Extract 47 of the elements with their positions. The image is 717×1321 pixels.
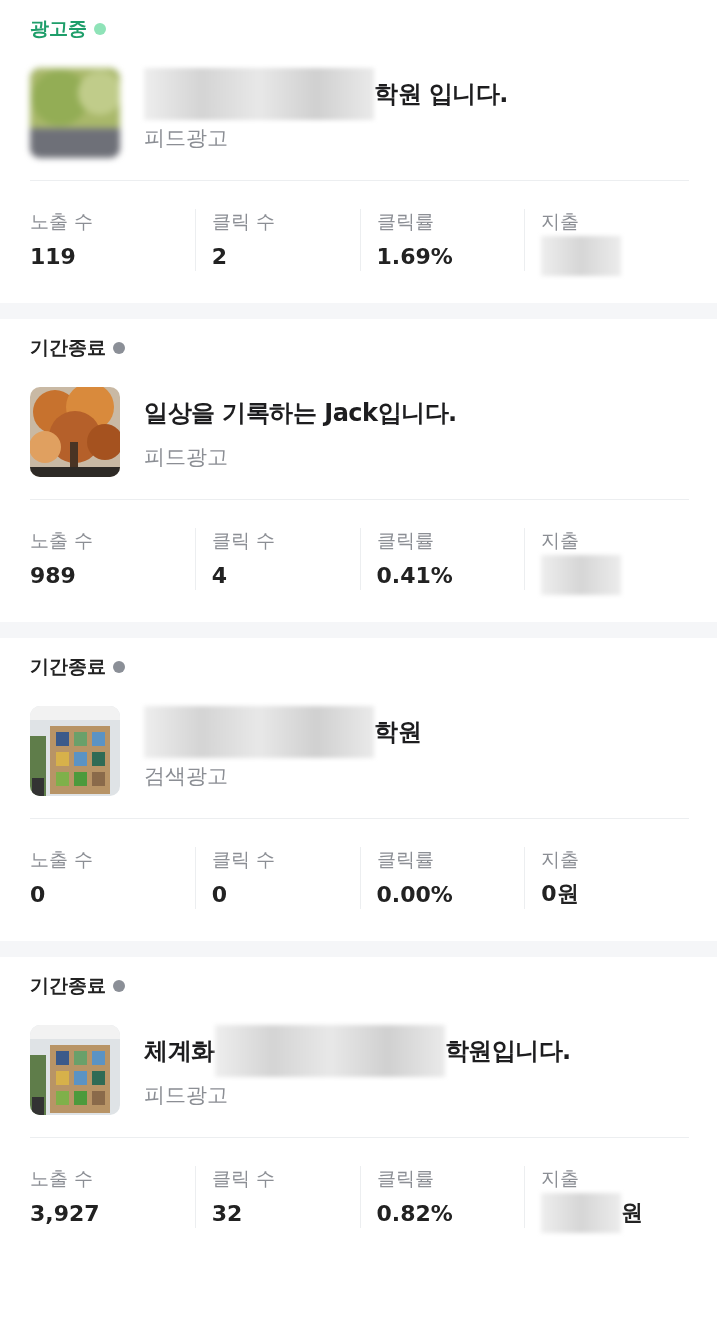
ad-type: 피드광고 — [144, 125, 229, 152]
ad-title: 일상을 기록하는 Jack입니다. — [144, 398, 457, 429]
stat-value: 0 — [211, 881, 228, 907]
status-label: 기간종료 — [30, 654, 106, 679]
ad-title: 학원 — [374, 717, 421, 748]
stat-label: 지출 — [541, 209, 581, 234]
ad-card[interactable]: 기간종료 체계화 학원입니다. 피드광고 노출 수 3,927 클릭 수 32 클릭률 0.82% 지출 원 — [0, 957, 717, 1260]
stat-value: 2 — [211, 243, 228, 269]
stat-label: 클릭 수 — [211, 209, 276, 234]
stat-value: 119 — [30, 243, 76, 269]
ad-title: 학원 입니다. — [374, 79, 508, 110]
status-label: 기간종료 — [30, 973, 106, 998]
stat-label: 클릭률 — [376, 528, 435, 553]
stat-label: 지출 — [541, 528, 581, 553]
stat-value: 0.41% — [376, 562, 453, 588]
stat-label: 클릭률 — [376, 209, 435, 234]
ad-card[interactable]: 광고중 학원 입니다. 피드광고 노출 수 119 클릭 수 2 클릭률 1.69% 지출 — [0, 0, 717, 303]
stat-value: 32 — [211, 1200, 243, 1226]
ad-title: 학원입니다. — [444, 1036, 571, 1067]
stat-value: 0 — [30, 881, 46, 907]
ad-type: 피드광고 — [144, 444, 229, 471]
stat-label: 클릭 수 — [211, 847, 276, 872]
stat-label: 클릭률 — [376, 1166, 435, 1191]
status-label: 기간종료 — [30, 335, 106, 360]
ad-title: 체계화 — [144, 1036, 215, 1067]
ad-card[interactable]: 기간종료 학원 검색광고 노출 수 0 클릭 수 0 클릭률 0.00% 지출 0원 — [0, 638, 717, 941]
stat-value: 3,927 — [30, 1200, 100, 1226]
stat-label: 지출 — [541, 1166, 581, 1191]
ad-card[interactable]: 기간종료 일상을 기록하는 Jack입니다. 피드광고 노출 수 989 클릭 수 4 클릭률 0.41% 지출 — [0, 319, 717, 622]
stat-value: 1.69% — [376, 243, 453, 269]
stat-value: 4 — [211, 562, 228, 588]
stat-value: 989 — [30, 562, 76, 588]
stat-value: 원 — [621, 1199, 644, 1227]
stat-label: 노출 수 — [30, 209, 95, 234]
stat-value: 0원 — [541, 880, 579, 908]
stat-label: 노출 수 — [30, 847, 95, 872]
stat-label: 지출 — [541, 847, 581, 872]
stat-label: 클릭률 — [376, 847, 435, 872]
ad-type: 피드광고 — [144, 1082, 229, 1109]
stat-label: 노출 수 — [30, 528, 95, 553]
stat-label: 노출 수 — [30, 1166, 95, 1191]
stat-value: 0.00% — [376, 881, 453, 907]
stat-label: 클릭 수 — [211, 1166, 276, 1191]
stat-value: 0.82% — [376, 1200, 453, 1226]
stat-label: 클릭 수 — [211, 528, 276, 553]
status-label: 광고중 — [30, 16, 87, 41]
ad-type: 검색광고 — [144, 763, 229, 790]
